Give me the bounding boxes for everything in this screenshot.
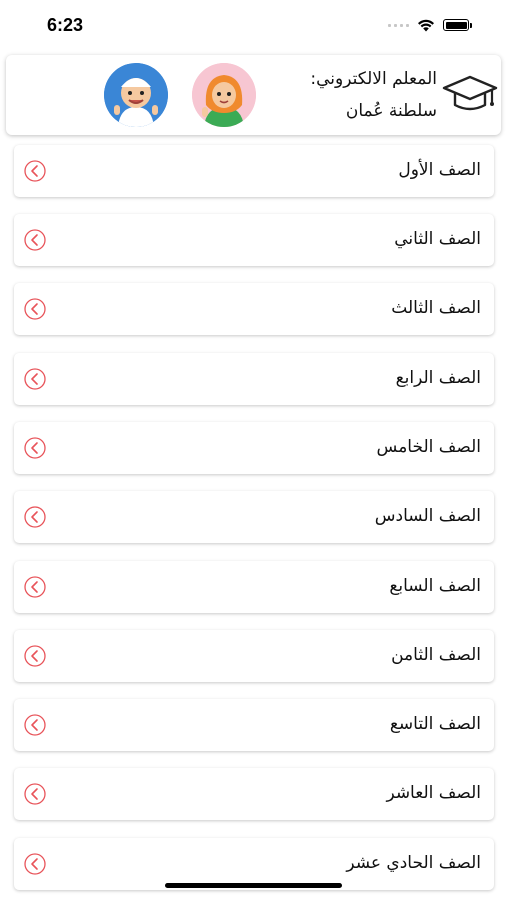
graduation-cap-icon [442, 75, 498, 111]
grade-item[interactable]: الصف الثاني [14, 214, 494, 266]
grade-item[interactable]: الصف السادس [14, 491, 494, 543]
grade-label: الصف الخامس [376, 437, 481, 457]
grade-item[interactable]: الصف الأول [14, 145, 494, 197]
grade-label: الصف السادس [374, 506, 481, 526]
boy-avatar [104, 63, 168, 127]
grade-label: الصف العاشر [386, 783, 481, 803]
grade-label: الصف الحادي عشر [346, 853, 481, 873]
grade-label: الصف الثالث [391, 298, 481, 318]
grade-item[interactable]: الصف الثالث [14, 283, 494, 335]
chevron-left-icon [24, 783, 46, 805]
header-subtitle: سلطنة عُمان [345, 101, 437, 121]
grade-label: الصف الثاني [394, 229, 481, 249]
grade-item[interactable]: الصف الثامن [14, 630, 494, 682]
girl-avatar [192, 63, 256, 127]
chevron-left-icon [24, 437, 46, 459]
grade-item[interactable]: الصف السابع [14, 561, 494, 613]
status-bar: 6:23 [0, 0, 507, 52]
header-banner: المعلم الالكتروني: سلطنة عُمان [6, 55, 501, 135]
status-indicators [388, 18, 472, 32]
grade-label: الصف السابع [389, 576, 481, 596]
cellular-signal-icon [388, 23, 409, 27]
grade-label: الصف الأول [398, 160, 481, 180]
header-title: المعلم الالكتروني: [310, 69, 437, 89]
chevron-left-icon [24, 160, 46, 182]
battery-icon [443, 19, 472, 31]
chevron-left-icon [24, 853, 46, 875]
chevron-left-icon [24, 298, 46, 320]
chevron-left-icon [24, 714, 46, 736]
chevron-left-icon [24, 645, 46, 667]
grade-item[interactable]: الصف الخامس [14, 422, 494, 474]
chevron-left-icon [24, 576, 46, 598]
wifi-icon [418, 19, 434, 32]
home-indicator[interactable] [165, 883, 342, 888]
grade-label: الصف الرابع [395, 368, 481, 388]
grade-item[interactable]: الصف الرابع [14, 353, 494, 405]
chevron-left-icon [24, 368, 46, 390]
grade-label: الصف الثامن [391, 645, 481, 665]
chevron-left-icon [24, 506, 46, 528]
chevron-left-icon [24, 229, 46, 251]
grade-item[interactable]: الصف التاسع [14, 699, 494, 751]
grade-item[interactable]: الصف العاشر [14, 768, 494, 820]
status-time: 6:23 [47, 15, 84, 35]
grade-label: الصف التاسع [389, 714, 481, 734]
